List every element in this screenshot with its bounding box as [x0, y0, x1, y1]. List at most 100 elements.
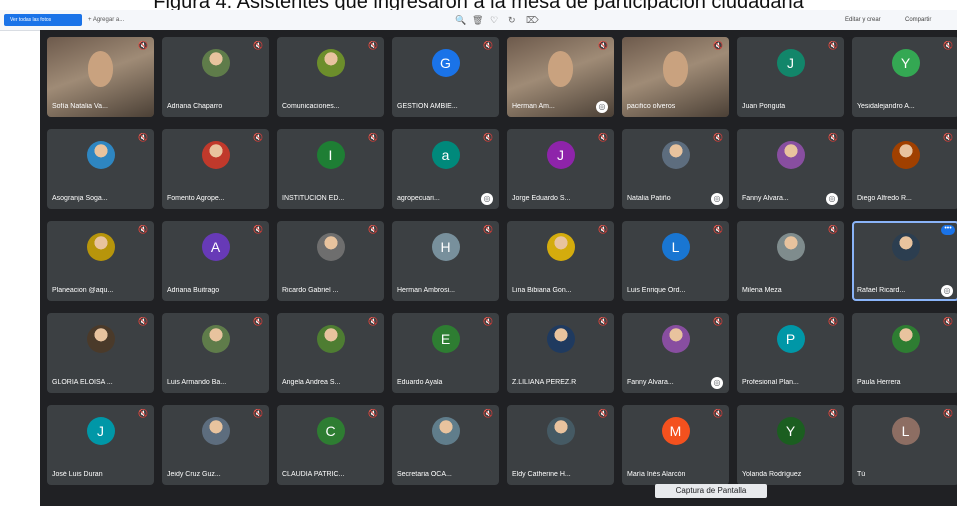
mic-muted-icon: 🔇 — [943, 133, 953, 142]
participant-tile[interactable]: 🔇 Milena Meza — [737, 221, 844, 301]
participant-tile[interactable]: 🔇 Diego Alfredo R... — [852, 129, 957, 209]
mic-muted-icon: 🔇 — [368, 225, 378, 234]
participant-avatar: A — [201, 233, 230, 261]
participant-tile[interactable]: M 🔇 María Inés Alarcón — [622, 405, 729, 485]
participant-name: CLAUDIA PATRIC... — [282, 471, 345, 478]
rotate-icon[interactable]: ↻ — [508, 14, 516, 26]
participant-tile[interactable]: 🔇 Paula Herrera — [852, 313, 957, 393]
crop-icon[interactable]: ⌦ — [526, 14, 539, 26]
participant-avatar: J — [776, 49, 805, 77]
participant-tile[interactable]: E 🔇 Eduardo Ayala — [392, 313, 499, 393]
mic-muted-icon: 🔇 — [828, 41, 838, 50]
participant-avatar — [201, 325, 230, 353]
participant-avatar: L — [891, 417, 920, 445]
mic-muted-icon: 🔇 — [368, 409, 378, 418]
participant-tile[interactable]: 🔇 Luis Armando Ba... — [162, 313, 269, 393]
participant-avatar — [891, 325, 920, 353]
participant-tile[interactable]: J 🔇 José Luis Duran — [47, 405, 154, 485]
participant-name: Jeidy Cruz Guz... — [167, 471, 221, 478]
participant-name: Diego Alfredo R... — [857, 195, 912, 202]
participant-face — [547, 51, 574, 87]
participant-avatar: Y — [776, 417, 805, 445]
participant-tile[interactable]: J 🔇 Juan Ponguta — [737, 37, 844, 117]
delete-icon[interactable]: 🗑 — [472, 14, 483, 26]
participant-name: Secretaria OCA... — [397, 471, 452, 478]
mic-muted-icon: 🔇 — [713, 317, 723, 326]
participant-name: Planeacion @aqu... — [52, 287, 114, 294]
mic-muted-icon: 🔇 — [138, 133, 148, 142]
participant-avatar — [431, 417, 460, 445]
participant-name: Tú — [857, 471, 866, 478]
mic-muted-icon: 🔇 — [598, 225, 608, 234]
participant-tile[interactable]: 🔇 Ricardo Gabriel ... — [277, 221, 384, 301]
participant-tile[interactable]: 🔇 Jeidy Cruz Guz... — [162, 405, 269, 485]
participant-face — [662, 51, 689, 87]
participant-face — [87, 51, 114, 87]
participant-status-icon: ◎ — [941, 285, 953, 297]
participant-avatar: E — [431, 325, 460, 353]
participant-avatar: L — [661, 233, 690, 261]
participant-tile[interactable]: C 🔇 CLAUDIA PATRIC... — [277, 405, 384, 485]
participant-tile[interactable]: 🔇 Asogranja Soga... — [47, 129, 154, 209]
participant-tile[interactable]: L 🔇 Luis Enrique Ord... — [622, 221, 729, 301]
participant-tile[interactable]: Y 🔇 Yolanda Rodríguez — [737, 405, 844, 485]
view-all-photos-button[interactable]: Ver todas las fotos — [4, 14, 82, 26]
participant-tile[interactable]: P 🔇 Profesional Plan... — [737, 313, 844, 393]
more-options-icon[interactable]: ••• — [941, 225, 955, 235]
participant-avatar — [86, 233, 115, 261]
edit-create-button[interactable]: Editar y crear — [845, 14, 881, 26]
mic-muted-icon: 🔇 — [713, 409, 723, 418]
participant-name: Profesional Plan... — [742, 379, 799, 386]
participant-tile[interactable]: 🔇 Sofía Natalia Va... — [47, 37, 154, 117]
participant-avatar — [316, 233, 345, 261]
participant-tile[interactable]: J 🔇 Jorge Eduardo S... — [507, 129, 614, 209]
participant-tile[interactable]: a 🔇 agropecuari... ◎ — [392, 129, 499, 209]
mic-muted-icon: 🔇 — [598, 409, 608, 418]
meeting-grid: 🔇 Sofía Natalia Va... 🔇 Adriana Chaparro 🔇 Co… — [40, 30, 957, 506]
participant-tile[interactable]: H 🔇 Herman Ambrosi... — [392, 221, 499, 301]
mic-muted-icon: 🔇 — [713, 225, 723, 234]
participant-tile[interactable]: L 🔇 Tú — [852, 405, 957, 485]
participant-tile[interactable]: 🔇 Adriana Chaparro — [162, 37, 269, 117]
participant-avatar — [201, 417, 230, 445]
participant-tile[interactable]: 🔇 pacifico olveros — [622, 37, 729, 117]
participant-avatar — [776, 141, 805, 169]
participant-tile[interactable]: Y 🔇 Yesidalejandro A... — [852, 37, 957, 117]
participant-avatar — [546, 417, 575, 445]
participant-name: Jorge Eduardo S... — [512, 195, 571, 202]
zoom-icon[interactable]: 🔍 — [455, 14, 466, 26]
participant-tile[interactable]: 🔇 GLORIA ELOISA ... — [47, 313, 154, 393]
mic-muted-icon: 🔇 — [828, 409, 838, 418]
participant-name: José Luis Duran — [52, 471, 103, 478]
participant-tile[interactable]: 🔇 Angela Andrea S... — [277, 313, 384, 393]
add-to-button[interactable]: + Agregar a... — [88, 14, 124, 26]
participant-tile[interactable]: 🔇 Z.LILIANA PEREZ.R — [507, 313, 614, 393]
participant-tile[interactable]: A 🔇 Adriana Buitrago — [162, 221, 269, 301]
participant-tile[interactable]: 🔇 Secretaria OCA... — [392, 405, 499, 485]
participant-tile[interactable]: 🔇 Planeacion @aqu... — [47, 221, 154, 301]
mic-muted-icon: 🔇 — [943, 317, 953, 326]
mic-muted-icon: 🔇 — [483, 133, 493, 142]
participant-tile[interactable]: 🔇 Herman Am... ◎ — [507, 37, 614, 117]
participant-avatar: H — [431, 233, 460, 261]
participant-name: Paula Herrera — [857, 379, 901, 386]
favorite-icon[interactable]: ♡ — [490, 14, 498, 26]
participant-tile[interactable]: 🔇•••Rafael Ricard...◎ — [852, 221, 957, 301]
mic-muted-icon: 🔇 — [253, 133, 263, 142]
participant-tile[interactable]: 🔇 Eldy Catherine H... — [507, 405, 614, 485]
participant-tile[interactable]: 🔇 Fanny Alvara... ◎ — [737, 129, 844, 209]
participant-name: Juan Ponguta — [742, 103, 786, 110]
participant-name: INSTITUCIÓN ED... — [282, 195, 345, 202]
participant-tile[interactable]: 🔇 Comunicaciones... — [277, 37, 384, 117]
participant-tile[interactable]: 🔇 Natalia Patiño ◎ — [622, 129, 729, 209]
participant-avatar — [891, 141, 920, 169]
participant-avatar: M — [661, 417, 690, 445]
participant-avatar — [86, 141, 115, 169]
participant-name: Z.LILIANA PEREZ.R — [512, 379, 577, 386]
participant-tile[interactable]: 🔇 Fomento Agrope... — [162, 129, 269, 209]
participant-tile[interactable]: G 🔇 GESTION AMBIE... — [392, 37, 499, 117]
participant-tile[interactable]: 🔇 Lina Bibiana Gon... — [507, 221, 614, 301]
participant-tile[interactable]: 🔇 Fanny Alvara... ◎ — [622, 313, 729, 393]
participant-tile[interactable]: I 🔇 INSTITUCIÓN ED... — [277, 129, 384, 209]
share-button[interactable]: Compartir — [905, 14, 931, 26]
